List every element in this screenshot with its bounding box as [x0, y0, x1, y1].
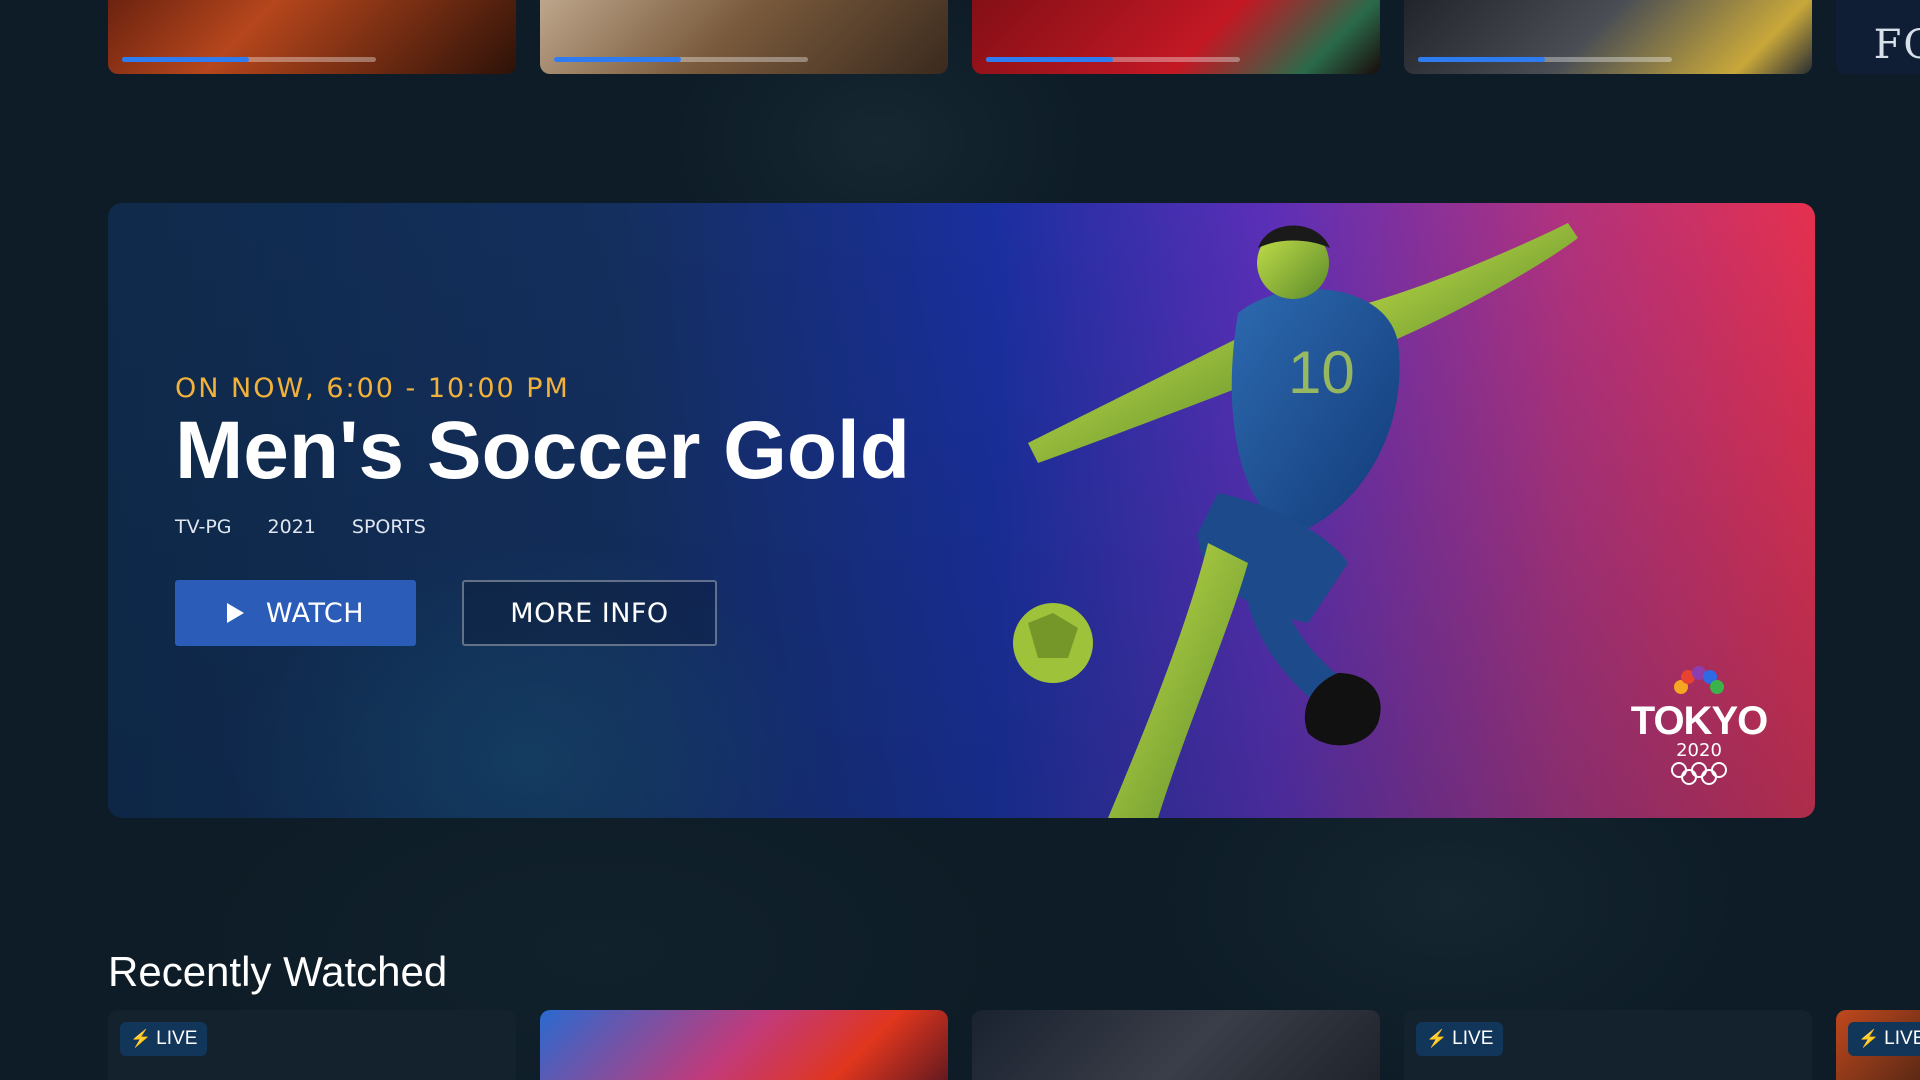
continue-card[interactable] [972, 0, 1380, 74]
logo-word: TOKYO [1630, 699, 1769, 743]
progress-bar [986, 57, 1240, 62]
live-label: LIVE [156, 1028, 198, 1049]
recently-watched-card[interactable]: ⚡ LIVE [108, 1010, 516, 1080]
olympic-rings-icon [1671, 762, 1727, 785]
continue-card[interactable] [108, 0, 516, 74]
recently-watched-card[interactable] [540, 1010, 948, 1080]
progress-fill [986, 57, 1113, 62]
lightning-icon: ⚡ [130, 1029, 152, 1048]
progress-fill [122, 57, 249, 62]
live-label: LIVE [1884, 1028, 1920, 1049]
lightning-icon: ⚡ [1426, 1029, 1448, 1048]
card-title-text: FOI [1873, 22, 1920, 68]
hero-title: Men's Soccer Gold [175, 405, 910, 496]
live-badge: ⚡ LIVE [120, 1022, 208, 1056]
recently-watched-card[interactable]: ⚡ LIVE [1404, 1010, 1812, 1080]
hero-air-time: ON NOW, 6:00 - 10:00 PM [175, 373, 570, 404]
continue-card[interactable]: FOI [1836, 0, 1920, 74]
peacock-icon [1674, 666, 1724, 694]
progress-fill [554, 57, 681, 62]
hero-meta: TV-PG 2021 SPORTS [175, 516, 910, 538]
hero-rating: TV-PG [175, 516, 232, 539]
progress-bar [554, 57, 808, 62]
watch-button[interactable]: WATCH [175, 580, 416, 647]
live-badge: ⚡ LIVE [1848, 1022, 1920, 1056]
live-label: LIVE [1452, 1028, 1494, 1049]
recently-watched-title: Recently Watched [108, 948, 448, 995]
svg-text:10: 10 [1288, 339, 1355, 406]
progress-bar [122, 57, 376, 62]
recently-watched-card[interactable] [972, 1010, 1380, 1080]
hero-banner[interactable]: 10 ON NOW, 6:00 - 10:00 PM Men's Soccer … [108, 203, 1815, 818]
tokyo-olympics-logo: TOKYO 2020 [1629, 665, 1769, 789]
hero-content: ON NOW, 6:00 - 10:00 PM Men's Soccer Gol… [175, 373, 910, 647]
more-info-button[interactable]: MORE INFO [462, 580, 717, 647]
lightning-icon: ⚡ [1858, 1029, 1880, 1048]
progress-bar [1418, 57, 1672, 62]
more-info-button-label: MORE INFO [510, 597, 669, 629]
hero-year: 2021 [267, 516, 316, 539]
live-badge: ⚡ LIVE [1416, 1022, 1504, 1056]
progress-fill [1418, 57, 1545, 62]
continue-watching-row: FOI [108, 0, 1920, 74]
watch-button-label: WATCH [265, 597, 365, 629]
soccer-player-artwork: 10 [1013, 223, 1578, 818]
hero-genre: SPORTS [351, 516, 426, 539]
recently-watched-card[interactable]: ⚡ LIVE [1836, 1010, 1920, 1080]
recently-watched-row: ⚡ LIVE ⚡ LIVE ⚡ LIVE [108, 1010, 1920, 1080]
play-icon [226, 603, 244, 624]
hero-actions: WATCH MORE INFO [175, 580, 910, 647]
continue-card[interactable] [1404, 0, 1812, 74]
continue-card[interactable] [540, 0, 948, 74]
